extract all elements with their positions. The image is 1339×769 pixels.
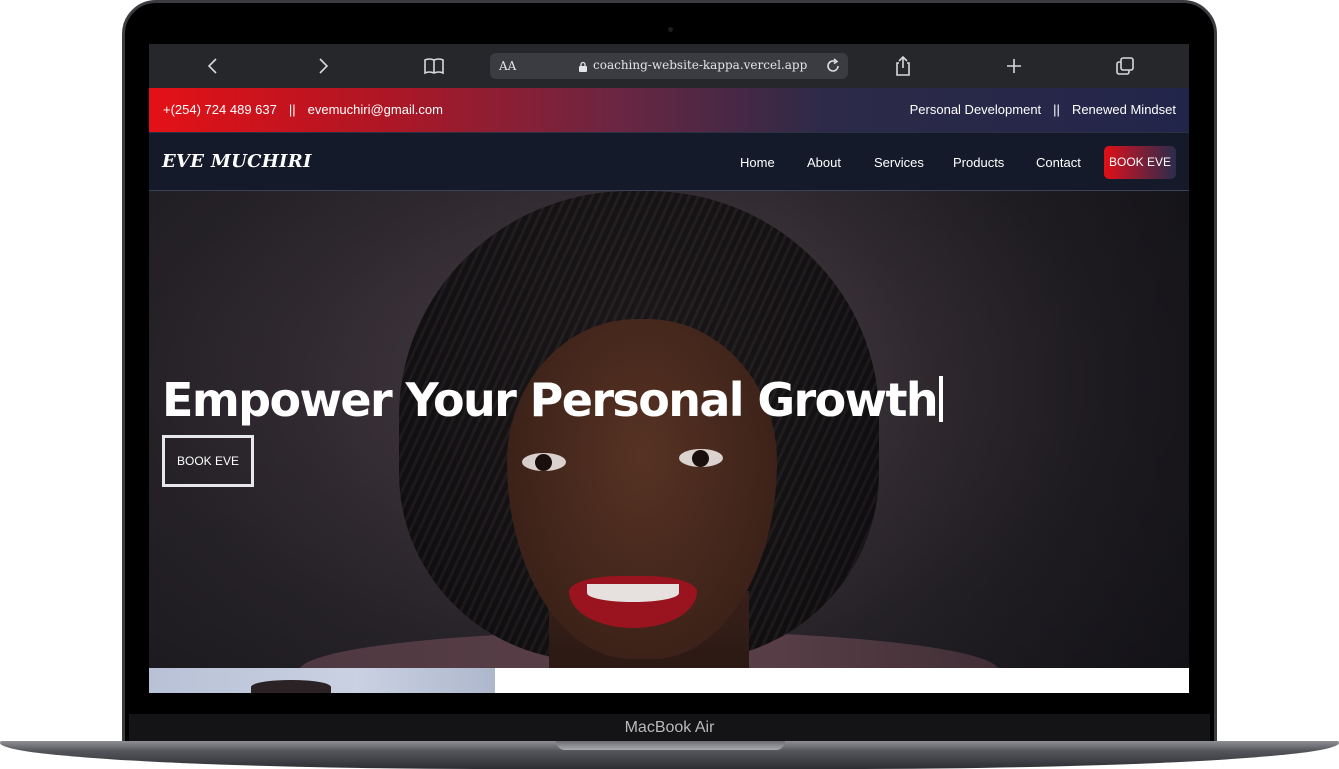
back-icon[interactable] — [201, 54, 225, 78]
nav-link-services[interactable]: Services — [874, 155, 924, 170]
nav-link-home[interactable]: Home — [740, 155, 775, 170]
hero-headline: Empower Your Personal Growth — [162, 373, 944, 427]
browser-toolbar: AA coaching-website-kappa.vercel.app — [149, 44, 1189, 88]
text-size-button[interactable]: AA — [499, 59, 516, 73]
device-label: MacBook Air — [624, 719, 715, 736]
hero-section: Empower Your Personal Growth BOOK EVE — [149, 191, 1189, 668]
tabs-icon[interactable] — [1113, 54, 1137, 78]
address-bar[interactable]: AA coaching-website-kappa.vercel.app — [490, 53, 848, 79]
nav-link-products[interactable]: Products — [953, 155, 1004, 170]
nav-book-button[interactable]: BOOK EVE — [1104, 146, 1176, 179]
forward-icon[interactable] — [311, 54, 335, 78]
camera-dot — [668, 27, 673, 32]
hero-headline-text: Empower Your Personal Growth — [162, 373, 939, 427]
next-section-image — [149, 668, 495, 693]
new-tab-icon[interactable] — [1002, 54, 1026, 78]
browser-screen: AA coaching-website-kappa.vercel.app +(2… — [149, 44, 1189, 693]
next-section-background — [495, 668, 1189, 693]
phone-number[interactable]: +(254) 724 489 637 — [163, 102, 277, 117]
hero-book-button[interactable]: BOOK EVE — [162, 435, 254, 487]
site-logo[interactable]: EVE MUCHIRI — [162, 151, 312, 172]
email-address[interactable]: evemuchiri@gmail.com — [308, 102, 443, 117]
separator: || — [288, 102, 296, 117]
tagline-renewed-mindset: Renewed Mindset — [1071, 102, 1176, 117]
hero-overlay — [149, 191, 1189, 668]
next-section-photo-detail — [251, 680, 331, 693]
laptop-notch — [556, 741, 785, 750]
lock-icon — [578, 60, 588, 78]
top-info-bar: +(254) 724 489 637 || evemuchiri@gmail.c… — [149, 88, 1189, 132]
tagline-personal-development: Personal Development — [909, 102, 1042, 117]
main-navbar: EVE MUCHIRI Home About Services Products… — [149, 132, 1189, 191]
nav-link-contact[interactable]: Contact — [1036, 155, 1081, 170]
nav-link-about[interactable]: About — [807, 155, 841, 170]
separator: || — [1053, 102, 1060, 117]
reload-icon[interactable] — [825, 58, 841, 79]
typing-cursor — [939, 376, 944, 422]
url-text: coaching-website-kappa.vercel.app — [593, 58, 808, 72]
bookmarks-icon[interactable] — [422, 54, 446, 78]
share-icon[interactable] — [891, 54, 915, 78]
